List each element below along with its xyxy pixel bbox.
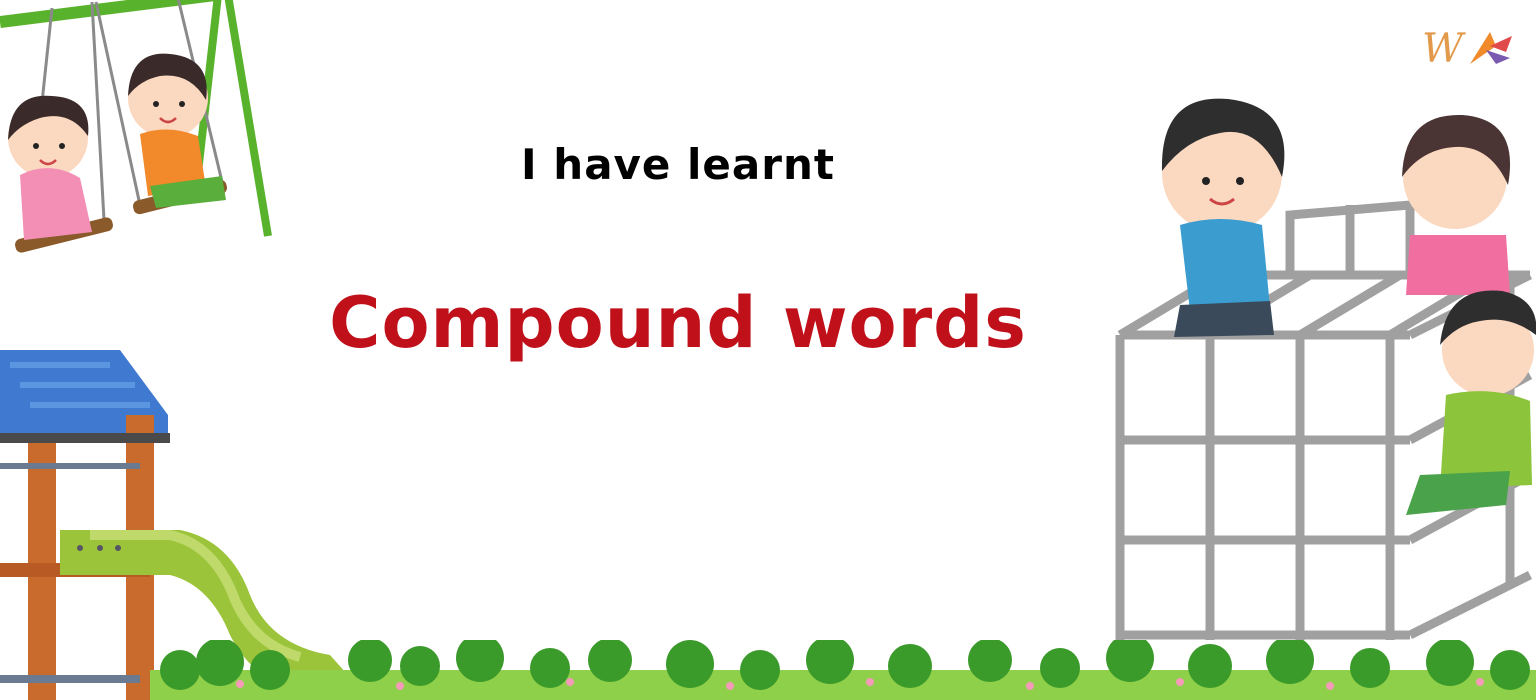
swing-set-illustration — [0, 0, 272, 253]
slide-subtitle: I have learnt — [521, 140, 835, 189]
slide-title: Compound words — [329, 282, 1027, 364]
pinwheel-icon — [1470, 32, 1512, 64]
slide-canvas: W I have learnt Compound words — [0, 0, 1536, 700]
logo-letter: W — [1422, 26, 1464, 72]
grass-border-illustration — [150, 640, 1536, 700]
brand-logo: W — [1418, 22, 1516, 78]
